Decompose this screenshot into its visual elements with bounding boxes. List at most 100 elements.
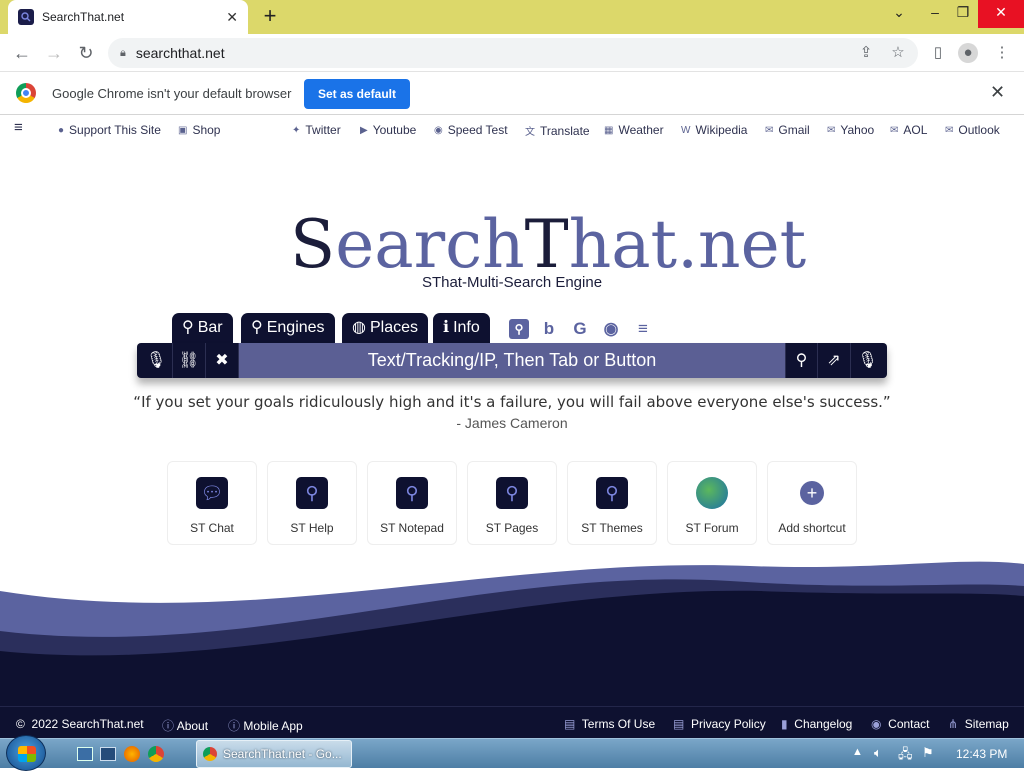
nav-aol[interactable]: ✉ AOL: [890, 123, 927, 137]
windows-taskbar: SearchThat.net - Go... ▲ 🔈︎ 🖧︎ ⚑ 12:43 P…: [0, 735, 1024, 771]
magnifier-icon: ⚲: [296, 477, 328, 509]
tab-close-icon[interactable]: ✕: [226, 9, 238, 26]
copyright-text: © 2022 SearchThat.net: [16, 717, 144, 731]
lock-icon: 🔒︎: [120, 46, 126, 59]
nav-twitter[interactable]: ✦ Twitter: [292, 123, 341, 137]
hamburger-menu-icon[interactable]: ≡: [14, 119, 23, 136]
nav-yahoo[interactable]: ✉ Yahoo: [827, 123, 874, 137]
firefox-icon[interactable]: [124, 746, 140, 762]
mail-icon: ✉: [890, 124, 899, 136]
searchthat-engine-icon[interactable]: ⚲: [509, 319, 529, 339]
address-bar[interactable]: 🔒︎ searchthat.net: [108, 38, 918, 68]
nav-weather[interactable]: ▦ Weather: [604, 123, 664, 137]
wikipedia-icon: W: [681, 124, 691, 136]
add-shortcut-button[interactable]: + Add shortcut: [767, 461, 857, 545]
speedtest-icon: ◉: [434, 124, 443, 136]
new-tab-button[interactable]: +: [258, 5, 282, 29]
nav-wikipedia[interactable]: W Wikipedia: [681, 123, 747, 137]
set-as-default-button[interactable]: Set as default: [304, 79, 410, 109]
bing-icon[interactable]: b: [539, 319, 559, 339]
nav-speedtest[interactable]: ◉ Speed Test: [434, 123, 508, 137]
show-desktop-icon[interactable]: [77, 747, 93, 761]
info-icon: ⓘ: [162, 719, 175, 733]
footer-about-link[interactable]: ⓘ About: [162, 717, 208, 734]
youtube-icon: ▶: [360, 124, 368, 136]
shortcut-st-themes[interactable]: ⚲ ST Themes: [567, 461, 657, 545]
chrome-taskbar-icon: [203, 747, 217, 761]
shortcut-st-pages[interactable]: ⚲ ST Pages: [467, 461, 557, 545]
action-center-icon[interactable]: ⚑: [922, 745, 934, 761]
nav-shop[interactable]: ▣ Shop: [178, 123, 220, 137]
tab-info[interactable]: ℹ Info: [433, 313, 490, 343]
footer-mobile-app-link[interactable]: ⓘ Mobile App: [228, 717, 303, 734]
browser-tab[interactable]: SearchThat.net ✕: [8, 0, 248, 34]
nav-outlook[interactable]: ✉ Outlook: [945, 123, 1000, 137]
menu-kebab-icon[interactable]: ⋮: [992, 43, 1012, 63]
shortcut-st-chat[interactable]: 💬︎ ST Chat: [167, 461, 257, 545]
restore-button[interactable]: ❐: [946, 0, 980, 28]
google-icon[interactable]: G: [570, 319, 590, 339]
side-panel-icon[interactable]: ▯: [928, 43, 948, 63]
start-button[interactable]: [6, 735, 46, 771]
footer-contact-link[interactable]: ◉ Contact: [871, 717, 930, 731]
nav-support[interactable]: ● Support This Site: [58, 123, 161, 137]
nav-translate[interactable]: 文 Translate: [525, 123, 590, 139]
open-new-window-icon[interactable]: ⇗: [818, 343, 851, 378]
mail-icon: ✉: [827, 124, 836, 136]
share-icon[interactable]: ⇪: [856, 43, 876, 63]
back-arrow-icon[interactable]: ←: [10, 41, 34, 65]
bookmark-star-icon[interactable]: ☆: [888, 43, 908, 63]
magnifier-icon: ⚲: [596, 477, 628, 509]
windows-logo-icon: [18, 746, 36, 762]
tab-engines[interactable]: ⚲ Engines: [241, 313, 335, 343]
search-bar: 🎙︎ ⛓︎ ✖ ⚲ ⇗ 🎙︎: [137, 343, 887, 378]
chrome-logo-icon: [16, 83, 36, 103]
site-logo: SearchThat.net: [290, 206, 807, 283]
footer-sitemap-link[interactable]: ⋔ Sitemap: [948, 717, 1009, 731]
tab-bar[interactable]: ⚲ Bar: [172, 313, 233, 343]
mail-icon: ✉: [765, 124, 774, 136]
forward-arrow-icon[interactable]: →: [42, 41, 66, 65]
url-text: searchthat.net: [135, 45, 225, 61]
magnifier-icon: ⚲: [496, 477, 528, 509]
show-hidden-icons[interactable]: ▲: [852, 746, 863, 758]
clear-icon[interactable]: ✖: [206, 343, 239, 378]
voice-search-icon[interactable]: 🎙︎: [851, 343, 884, 378]
link-icon[interactable]: ⛓︎: [173, 343, 206, 378]
reload-icon[interactable]: ↻: [74, 41, 98, 65]
duckduckgo-icon[interactable]: ◉: [601, 319, 621, 339]
more-engines-icon[interactable]: ≡: [633, 319, 653, 339]
shortcut-st-forum[interactable]: .ST Forum: [667, 461, 757, 545]
volume-muted-icon[interactable]: 🔈︎: [874, 745, 882, 761]
mail-icon: ✉: [945, 124, 954, 136]
tab-places[interactable]: ◍ Places: [342, 313, 428, 343]
profile-avatar-icon[interactable]: ●: [958, 43, 978, 63]
nav-youtube[interactable]: ▶ Youtube: [360, 123, 416, 137]
info-icon: ℹ: [443, 319, 450, 336]
plus-icon: +: [800, 481, 824, 505]
taskbar-chrome-window[interactable]: SearchThat.net - Go...: [196, 740, 352, 768]
globe-icon: .: [696, 477, 728, 509]
footer-privacy-link[interactable]: ▤ Privacy Policy: [673, 717, 766, 731]
quote-text: “If you set your goals ridiculously high…: [133, 393, 891, 411]
support-icon: ●: [58, 124, 65, 136]
clock[interactable]: 12:43 PM: [956, 747, 1007, 761]
footer-terms-link[interactable]: ▤ Terms Of Use: [564, 717, 655, 731]
tab-search-chevron-icon[interactable]: ⌄: [882, 0, 916, 28]
search-input[interactable]: [239, 343, 785, 378]
search-icon[interactable]: ⚲: [785, 343, 818, 378]
footer-changelog-link[interactable]: ▮ Changelog: [781, 717, 852, 731]
site-favicon-icon: [18, 9, 34, 25]
chat-icon: 💬︎: [196, 477, 228, 509]
nav-gmail[interactable]: ✉ Gmail: [765, 123, 810, 137]
infobar-close-icon[interactable]: ✕: [990, 82, 1005, 103]
voice-input-icon[interactable]: 🎙︎: [140, 343, 173, 378]
explorer-icon[interactable]: [100, 747, 116, 761]
close-window-button[interactable]: ✕: [978, 0, 1024, 28]
chrome-taskbar-icon[interactable]: [148, 746, 164, 762]
network-icon[interactable]: 🖧︎: [898, 745, 913, 767]
shortcut-st-help[interactable]: ⚲ ST Help: [267, 461, 357, 545]
translate-icon: 文: [525, 127, 535, 138]
shortcut-st-notepad[interactable]: ⚲ ST Notepad: [367, 461, 457, 545]
magnifier-icon: ⚲: [396, 477, 428, 509]
